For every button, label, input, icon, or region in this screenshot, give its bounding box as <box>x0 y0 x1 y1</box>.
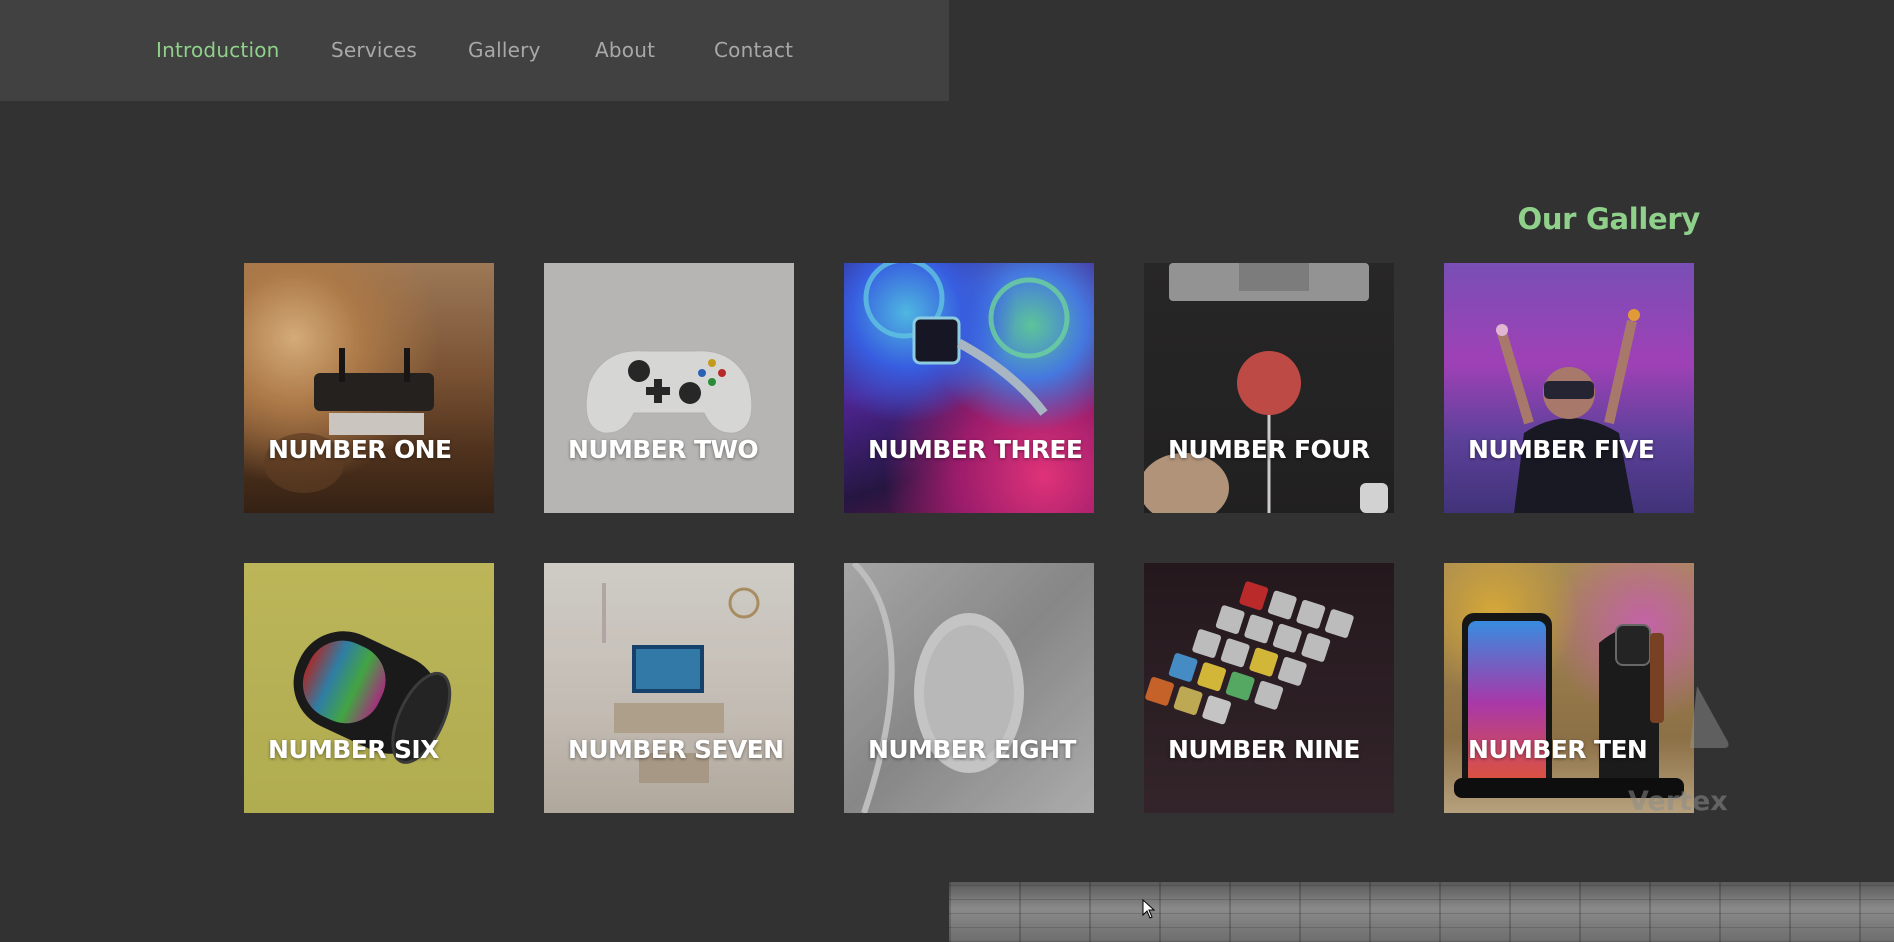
gallery-tile-ten[interactable]: NUMBER TEN <box>1444 563 1694 813</box>
gallery-tile-one[interactable]: NUMBER ONE <box>244 263 494 513</box>
nav-item-contact[interactable]: Contact <box>714 38 793 62</box>
mouse-cursor-icon <box>1142 899 1156 919</box>
tile-label: NUMBER TWO <box>568 435 759 464</box>
gallery-tile-three[interactable]: NUMBER THREE <box>844 263 1094 513</box>
tile-label: NUMBER FOUR <box>1168 435 1370 464</box>
watermark-text: Vertex <box>1628 786 1728 817</box>
gallery-title: Our Gallery <box>1517 202 1700 236</box>
gallery-tile-six[interactable]: NUMBER SIX <box>244 563 494 813</box>
tile-label: NUMBER EIGHT <box>868 735 1076 764</box>
nav-item-services[interactable]: Services <box>331 38 417 62</box>
gallery-tile-nine[interactable]: NUMBER NINE <box>1144 563 1394 813</box>
gallery-tile-seven[interactable]: NUMBER SEVEN <box>544 563 794 813</box>
nav-item-gallery[interactable]: Gallery <box>468 38 541 62</box>
tile-label: NUMBER FIVE <box>1468 435 1655 464</box>
page: Introduction Services Gallery About Cont… <box>0 0 1894 942</box>
gallery-tile-eight[interactable]: NUMBER EIGHT <box>844 563 1094 813</box>
nav-item-about[interactable]: About <box>595 38 655 62</box>
tile-label: NUMBER TEN <box>1468 735 1648 764</box>
background-photo-strip <box>949 882 1894 942</box>
tile-label: NUMBER THREE <box>868 435 1083 464</box>
tile-label: NUMBER NINE <box>1168 735 1360 764</box>
gallery-tile-four[interactable]: NUMBER FOUR <box>1144 263 1394 513</box>
tile-label: NUMBER SEVEN <box>568 735 784 764</box>
nav-item-introduction[interactable]: Introduction <box>156 38 280 62</box>
vertex-logo-icon <box>1690 686 1729 748</box>
gallery-tile-five[interactable]: NUMBER FIVE <box>1444 263 1694 513</box>
top-nav: Introduction Services Gallery About Cont… <box>0 0 949 101</box>
tile-label: NUMBER ONE <box>268 435 452 464</box>
tile-label: NUMBER SIX <box>268 735 439 764</box>
gallery-tile-two[interactable]: NUMBER TWO <box>544 263 794 513</box>
